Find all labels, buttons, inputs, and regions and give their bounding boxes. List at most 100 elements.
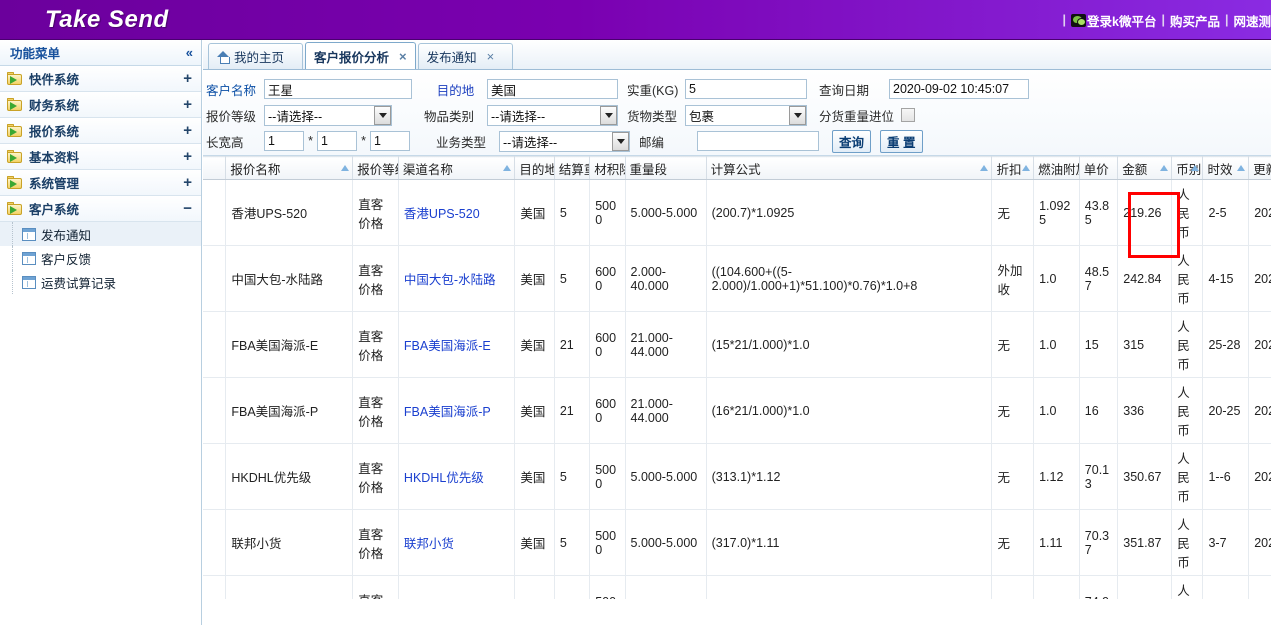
sort-ascending-icon[interactable] xyxy=(1237,165,1245,171)
sidebar-group-express[interactable]: 快件系统 + xyxy=(0,66,201,92)
sidebar-item-customer-feedback[interactable]: 客户反馈 xyxy=(0,246,201,270)
channel-link[interactable]: FBA美国海派-P xyxy=(404,405,491,419)
tab-close-icon[interactable]: × xyxy=(487,50,495,63)
cell-quote_level: 直客价格 xyxy=(353,246,399,312)
channel-link[interactable]: 联邦小货 xyxy=(404,537,454,551)
table-header-quote_name[interactable]: 报价名称 xyxy=(226,157,353,180)
data-grid-wrapper[interactable]: 报价名称报价等级渠道名称目的地结算重材积除重量段计算公式折扣燃油附加单价金额币别… xyxy=(203,156,1271,599)
cell-discount: 无 xyxy=(992,180,1034,246)
table-row[interactable]: HKDHL优先级直客价格HKDHL优先级美国550005.000-5.000(3… xyxy=(203,444,1271,510)
cell-volume_divisor: 5000 xyxy=(590,180,625,246)
sidebar-group-toggle[interactable]: + xyxy=(183,149,192,164)
form-row-1: 客户名称 目的地 实重(KG) 查询日期 xyxy=(203,76,1271,102)
dim-separator-1: * xyxy=(304,134,317,148)
quote-level-select[interactable]: --请选择-- xyxy=(264,105,392,126)
reset-button[interactable]: 重 置 xyxy=(880,130,922,153)
sidebar-group-customer-system[interactable]: 客户系统 − xyxy=(0,196,201,222)
sidebar-group-basic-data[interactable]: 基本资料 + xyxy=(0,144,201,170)
sort-ascending-icon[interactable] xyxy=(1022,165,1030,171)
channel-link[interactable]: 中国大包-水陆路 xyxy=(404,273,496,287)
table-header-updated[interactable]: 更新 xyxy=(1249,157,1271,180)
cell-weight_range: 5.000-5.000 xyxy=(625,444,706,510)
sidebar-item-publish-notice[interactable]: 发布通知 xyxy=(0,222,201,246)
column-header-label: 时效 xyxy=(1207,163,1232,177)
cell-formula: (334.6)*1.12 xyxy=(706,576,992,600)
sidebar-item-freight-trial-records[interactable]: 运费试算记录 xyxy=(0,270,201,294)
customer-name-input[interactable] xyxy=(264,79,412,99)
channel-link[interactable]: HKDHL优先级 xyxy=(404,471,484,485)
split-weight-checkbox[interactable] xyxy=(901,108,915,122)
cell-channel_name[interactable]: FBA美国海派-P xyxy=(398,378,514,444)
tab-my-homepage[interactable]: 我的主页 xyxy=(208,43,303,69)
sidebar-group-toggle[interactable]: + xyxy=(183,175,192,190)
cell-channel_name[interactable]: 中国大包-水陆路 xyxy=(398,246,514,312)
table-header-settle_weight[interactable]: 结算重 xyxy=(554,157,589,180)
table-header-weight_range[interactable]: 重量段 xyxy=(625,157,706,180)
table-header-formula[interactable]: 计算公式 xyxy=(706,157,992,180)
header-link-buy-product[interactable]: 购买产品 xyxy=(1170,11,1220,30)
actual-weight-input[interactable] xyxy=(685,79,807,99)
sort-ascending-icon[interactable] xyxy=(980,165,988,171)
table-header-amount[interactable]: 金额 xyxy=(1118,157,1172,180)
item-category-label: 物品类别 xyxy=(424,106,487,125)
sidebar-group-system-admin[interactable]: 系统管理 + xyxy=(0,170,201,196)
sidebar-group-toggle[interactable]: − xyxy=(183,201,192,216)
sort-ascending-icon[interactable] xyxy=(1191,165,1199,171)
cell-channel_name[interactable]: 香港DHL-标准 xyxy=(398,576,514,600)
table-header-lead_time[interactable]: 时效 xyxy=(1203,157,1249,180)
sort-ascending-icon[interactable] xyxy=(503,165,511,171)
cell-channel_name[interactable]: HKDHL优先级 xyxy=(398,444,514,510)
table-header-channel_name[interactable]: 渠道名称 xyxy=(398,157,514,180)
row-gutter-cell xyxy=(203,378,226,444)
table-header-currency[interactable]: 币别 xyxy=(1172,157,1203,180)
dimension-height-input[interactable] xyxy=(370,131,410,151)
chevron-down-icon[interactable] xyxy=(600,106,617,125)
tab-publish-notice[interactable]: 发布通知 × xyxy=(418,43,513,69)
cell-destination: 美国 xyxy=(515,576,555,600)
collapse-sidebar-icon[interactable]: « xyxy=(186,46,193,59)
header-link-wechat-platform[interactable]: 登录k微平台 xyxy=(1087,11,1156,30)
table-row[interactable]: 联邦小货直客价格联邦小货美国550005.000-5.000(317.0)*1.… xyxy=(203,510,1271,576)
sort-ascending-icon[interactable] xyxy=(1160,165,1168,171)
dimension-length-input[interactable] xyxy=(264,131,304,151)
chevron-down-icon[interactable] xyxy=(374,106,391,125)
sort-ascending-icon[interactable] xyxy=(341,165,349,171)
channel-link[interactable]: 香港UPS-520 xyxy=(404,207,480,221)
table-header-unit_price[interactable]: 单价 xyxy=(1079,157,1117,180)
table-header-discount[interactable]: 折扣 xyxy=(992,157,1034,180)
cell-channel_name[interactable]: 联邦小货 xyxy=(398,510,514,576)
chevron-down-icon[interactable] xyxy=(612,132,629,151)
table-header-fuel_surcharge[interactable]: 燃油附加 xyxy=(1034,157,1080,180)
tab-close-icon[interactable]: × xyxy=(399,50,407,63)
cell-amount: 351.87 xyxy=(1118,510,1172,576)
business-type-select[interactable]: --请选择-- xyxy=(499,131,630,152)
cargo-type-select[interactable]: 包裹 xyxy=(685,105,807,126)
sidebar-group-toggle[interactable]: + xyxy=(183,71,192,86)
search-button[interactable]: 查询 xyxy=(832,130,871,153)
table-header-destination[interactable]: 目的地 xyxy=(515,157,555,180)
cell-channel_name[interactable]: FBA美国海派-E xyxy=(398,312,514,378)
sidebar-group-toggle[interactable]: + xyxy=(183,123,192,138)
sidebar-group-toggle[interactable]: + xyxy=(183,97,192,112)
dimension-width-input[interactable] xyxy=(317,131,357,151)
table-row[interactable]: 香港UPS-520直客价格香港UPS-520美国550005.000-5.000… xyxy=(203,180,1271,246)
table-row[interactable]: FBA美国海派-P直客价格FBA美国海派-P美国21600021.000-44.… xyxy=(203,378,1271,444)
query-date-input[interactable] xyxy=(889,79,1029,99)
destination-input[interactable] xyxy=(487,79,618,99)
table-header-quote_level[interactable]: 报价等级 xyxy=(353,157,399,180)
sidebar-item-label: 运费试算记录 xyxy=(41,273,116,292)
cell-channel_name[interactable]: 香港UPS-520 xyxy=(398,180,514,246)
tab-customer-quote-analysis[interactable]: 客户报价分析 × xyxy=(305,42,416,69)
table-row[interactable]: 中国大包-水陆路直客价格中国大包-水陆路美国560002.000-40.000(… xyxy=(203,246,1271,312)
item-category-select[interactable]: --请选择-- xyxy=(487,105,618,126)
sidebar-group-quotation[interactable]: 报价系统 + xyxy=(0,118,201,144)
table-row[interactable]: FBA美国海派-E直客价格FBA美国海派-E美国21600021.000-44.… xyxy=(203,312,1271,378)
table-header-volume_divisor[interactable]: 材积除 xyxy=(590,157,625,180)
sidebar-group-finance[interactable]: 财务系统 + xyxy=(0,92,201,118)
table-row[interactable]: 香港DHL-标准直客价格香港DHL-标准美国550005.000-5.000(3… xyxy=(203,576,1271,600)
postcode-input[interactable] xyxy=(697,131,819,151)
header-link-speed-test[interactable]: 网速测 xyxy=(1233,11,1271,30)
chevron-down-icon[interactable] xyxy=(789,106,806,125)
channel-link[interactable]: FBA美国海派-E xyxy=(404,339,491,353)
cell-settle_weight: 5 xyxy=(554,180,589,246)
